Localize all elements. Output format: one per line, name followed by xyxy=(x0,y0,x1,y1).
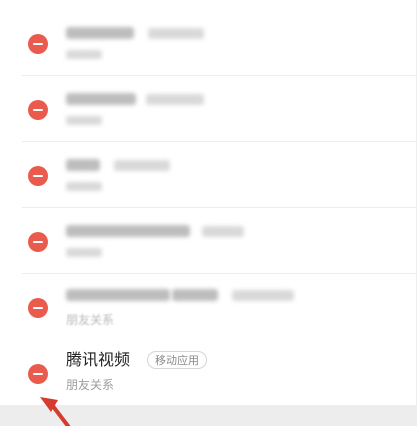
blurred-app-subtitle xyxy=(66,50,102,59)
blurred-app-title xyxy=(66,289,170,301)
blurred-app-title xyxy=(66,225,190,237)
remove-minus-icon[interactable] xyxy=(28,232,48,252)
app-relationship-label: 朋友关系 xyxy=(66,313,115,327)
blurred-app-subtitle xyxy=(66,116,102,125)
remove-minus-icon[interactable] xyxy=(28,298,48,318)
remove-minus-icon[interactable] xyxy=(28,166,48,186)
blurred-app-badge xyxy=(232,290,294,301)
authorized-app-row-5: 朋友关系 xyxy=(22,274,417,340)
blurred-app-title xyxy=(66,159,100,171)
remove-minus-icon[interactable] xyxy=(28,364,48,384)
app-title: 腾讯视频 xyxy=(66,350,131,369)
blurred-app-title-extra xyxy=(172,289,218,301)
authorized-apps-screen: 朋友关系 腾讯视频 移动应用 朋友关系 xyxy=(0,0,417,426)
blurred-app-badge xyxy=(148,28,204,39)
blurred-app-badge xyxy=(114,160,170,171)
authorized-app-row-2 xyxy=(22,76,417,142)
blurred-app-badge xyxy=(146,94,204,105)
authorized-app-row-1 xyxy=(22,10,417,76)
blurred-app-title xyxy=(66,93,136,105)
list-footer-spacer xyxy=(0,405,417,426)
authorized-app-row-3 xyxy=(22,142,417,208)
app-relationship-label: 朋友关系 xyxy=(66,378,115,392)
authorized-app-row-4 xyxy=(22,208,417,274)
blurred-app-badge xyxy=(202,226,244,237)
app-type-badge: 移动应用 xyxy=(147,351,207,369)
blurred-app-title xyxy=(66,27,134,39)
remove-minus-icon[interactable] xyxy=(28,100,48,120)
blurred-app-subtitle xyxy=(66,182,102,191)
remove-minus-icon[interactable] xyxy=(28,34,48,54)
blurred-app-subtitle xyxy=(66,248,102,257)
authorized-apps-list: 朋友关系 xyxy=(0,0,417,340)
